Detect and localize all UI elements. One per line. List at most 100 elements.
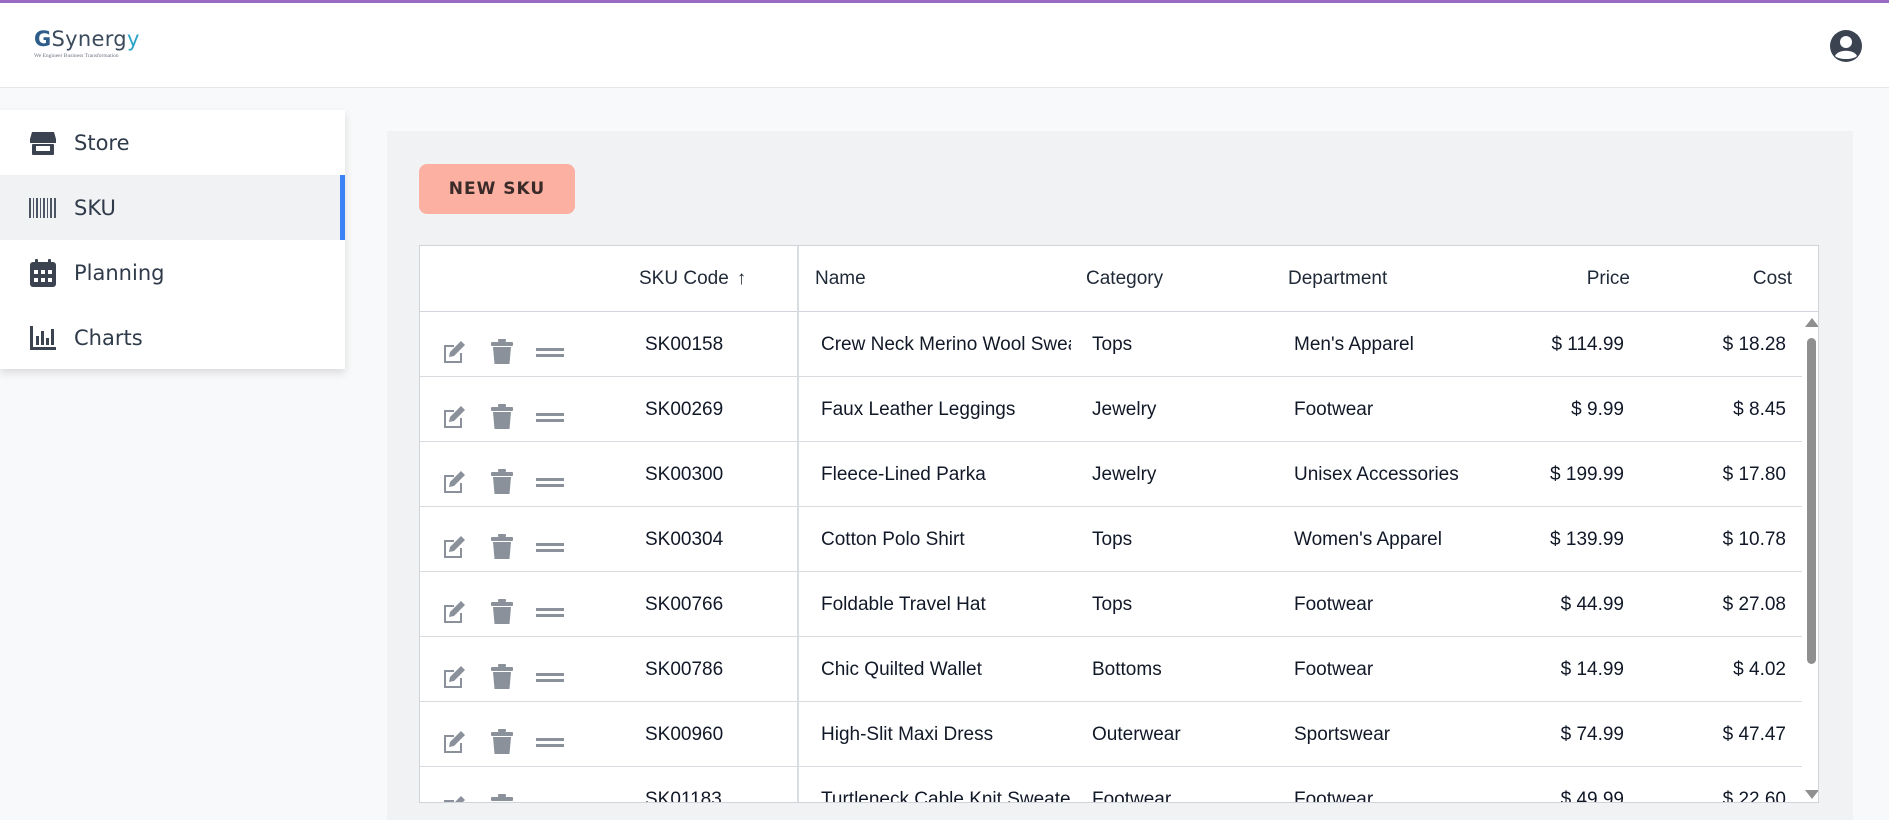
table-row[interactable]: SK00786 Chic Quilted Wallet Bottoms Foot… bbox=[420, 637, 1802, 702]
sidebar-item-planning[interactable]: Planning bbox=[0, 240, 345, 305]
cell-cost: $ 27.08 bbox=[1722, 593, 1786, 615]
cell-category: Tops bbox=[1092, 333, 1133, 355]
sidebar-item-sku[interactable]: SKU bbox=[0, 175, 345, 240]
cell-department: Footwear bbox=[1294, 398, 1374, 420]
cell-name: Fleece-Lined Parka bbox=[821, 463, 986, 485]
cell-price: $ 199.99 bbox=[1550, 463, 1624, 485]
drag-handle-icon[interactable] bbox=[536, 728, 564, 756]
column-header-name[interactable]: Name bbox=[815, 246, 866, 312]
sku-grid: SKU Code ↑ Name Category Department Pric… bbox=[419, 245, 1819, 803]
edit-icon[interactable] bbox=[440, 728, 468, 756]
cell-name: Foldable Travel Hat bbox=[821, 593, 986, 615]
sidebar-item-label: Store bbox=[74, 130, 130, 155]
drag-handle-icon[interactable] bbox=[536, 598, 564, 626]
cell-cost: $ 47.47 bbox=[1722, 723, 1786, 745]
cell-cost: $ 10.78 bbox=[1722, 528, 1786, 550]
cell-category: Jewelry bbox=[1092, 463, 1157, 485]
edit-icon[interactable] bbox=[440, 793, 468, 802]
vertical-scrollbar[interactable] bbox=[1802, 312, 1818, 802]
delete-icon[interactable] bbox=[488, 663, 516, 691]
cell-price: $ 49.99 bbox=[1560, 788, 1624, 803]
cell-name: High-Slit Maxi Dress bbox=[821, 723, 994, 745]
table-row[interactable]: SK00300 Fleece-Lined Parka Jewelry Unise… bbox=[420, 442, 1802, 507]
cell-category: Tops bbox=[1092, 593, 1133, 615]
drag-handle-icon[interactable] bbox=[536, 468, 564, 496]
app-header: GSynergy We Engineer Business Transforma… bbox=[0, 3, 1889, 88]
scroll-up-arrow-icon[interactable] bbox=[1805, 318, 1818, 327]
drag-handle-icon[interactable] bbox=[536, 663, 564, 691]
cell-price: $ 9.99 bbox=[1571, 398, 1624, 420]
cell-sku-code: SK00304 bbox=[645, 528, 724, 550]
edit-icon[interactable] bbox=[440, 533, 468, 561]
cell-cost: $ 8.45 bbox=[1733, 398, 1786, 420]
edit-icon[interactable] bbox=[440, 468, 468, 496]
cell-department: Men's Apparel bbox=[1294, 333, 1414, 355]
table-row[interactable]: SK00960 High-Slit Maxi Dress Outerwear S… bbox=[420, 702, 1802, 767]
delete-icon[interactable] bbox=[488, 403, 516, 431]
sidebar-item-label: Charts bbox=[74, 325, 143, 350]
cell-cost: $ 18.28 bbox=[1722, 333, 1786, 355]
drag-handle-icon[interactable] bbox=[536, 533, 564, 561]
drag-handle-icon[interactable] bbox=[536, 403, 564, 431]
column-header-cost[interactable]: Cost bbox=[1710, 246, 1792, 312]
column-header-sku-code[interactable]: SKU Code ↑ bbox=[639, 246, 746, 312]
sidebar-item-store[interactable]: Store bbox=[0, 110, 345, 175]
edit-icon[interactable] bbox=[440, 403, 468, 431]
cell-name: Turtleneck Cable Knit Sweater bbox=[821, 788, 1071, 803]
scrollbar-thumb[interactable] bbox=[1807, 338, 1816, 664]
sort-ascending-icon[interactable]: ↑ bbox=[737, 268, 747, 290]
main-panel: NEW SKU SKU Code ↑ Name Category Departm… bbox=[387, 131, 1853, 820]
cell-price: $ 44.99 bbox=[1560, 593, 1624, 615]
cell-sku-code: SK00300 bbox=[645, 463, 724, 485]
logo-tagline: We Engineer Business Transformation bbox=[34, 53, 119, 59]
scroll-down-arrow-icon[interactable] bbox=[1805, 790, 1818, 799]
cell-sku-code: SK01183 bbox=[645, 788, 722, 803]
cell-name: Chic Quilted Wallet bbox=[821, 658, 982, 680]
column-header-price[interactable]: Price bbox=[1540, 246, 1630, 312]
cell-sku-code: SK00960 bbox=[645, 723, 724, 745]
delete-icon[interactable] bbox=[488, 793, 516, 802]
account-icon[interactable] bbox=[1829, 29, 1863, 63]
table-row[interactable]: SK00304 Cotton Polo Shirt Tops Women's A… bbox=[420, 507, 1802, 572]
drag-handle-icon[interactable] bbox=[536, 338, 564, 366]
delete-icon[interactable] bbox=[488, 533, 516, 561]
table-row[interactable]: SK00269 Faux Leather Leggings Jewelry Fo… bbox=[420, 377, 1802, 442]
table-row[interactable]: SK00766 Foldable Travel Hat Tops Footwea… bbox=[420, 572, 1802, 637]
cell-sku-code: SK00766 bbox=[645, 593, 724, 615]
column-header-category[interactable]: Category bbox=[1086, 246, 1163, 312]
cell-category: Jewelry bbox=[1092, 398, 1157, 420]
store-icon bbox=[29, 129, 57, 157]
cell-cost: $ 4.02 bbox=[1733, 658, 1786, 680]
edit-icon[interactable] bbox=[440, 663, 468, 691]
column-header-department[interactable]: Department bbox=[1288, 246, 1387, 312]
cell-price: $ 14.99 bbox=[1560, 658, 1624, 680]
cell-category: Outerwear bbox=[1092, 723, 1181, 745]
cell-name: Faux Leather Leggings bbox=[821, 398, 1016, 420]
cell-department: Footwear bbox=[1294, 788, 1374, 803]
delete-icon[interactable] bbox=[488, 598, 516, 626]
table-row[interactable]: SK01183 Turtleneck Cable Knit Sweater Fo… bbox=[420, 767, 1802, 803]
delete-icon[interactable] bbox=[488, 338, 516, 366]
new-sku-button[interactable]: NEW SKU bbox=[419, 164, 575, 214]
sidebar-item-charts[interactable]: Charts bbox=[0, 305, 345, 370]
cell-category: Footwear bbox=[1092, 788, 1172, 803]
delete-icon[interactable] bbox=[488, 468, 516, 496]
barcode-icon bbox=[29, 194, 57, 222]
bar-chart-icon bbox=[29, 324, 57, 352]
logo-wordmark: GSynergy bbox=[34, 27, 140, 51]
edit-icon[interactable] bbox=[440, 598, 468, 626]
cell-sku-code: SK00269 bbox=[645, 398, 724, 420]
cell-price: $ 139.99 bbox=[1550, 528, 1624, 550]
table-row[interactable]: SK00158 Crew Neck Merino Wool Sweater To… bbox=[420, 312, 1802, 377]
edit-icon[interactable] bbox=[440, 338, 468, 366]
cell-cost: $ 22.60 bbox=[1722, 788, 1786, 803]
cell-category: Bottoms bbox=[1092, 658, 1162, 680]
calendar-icon bbox=[29, 258, 57, 287]
drag-handle-icon[interactable] bbox=[536, 793, 564, 802]
company-logo[interactable]: GSynergy We Engineer Business Transforma… bbox=[34, 27, 144, 67]
cell-department: Footwear bbox=[1294, 658, 1374, 680]
cell-name: Cotton Polo Shirt bbox=[821, 528, 965, 550]
cell-department: Sportswear bbox=[1294, 723, 1391, 745]
delete-icon[interactable] bbox=[488, 728, 516, 756]
cell-price: $ 74.99 bbox=[1560, 723, 1624, 745]
